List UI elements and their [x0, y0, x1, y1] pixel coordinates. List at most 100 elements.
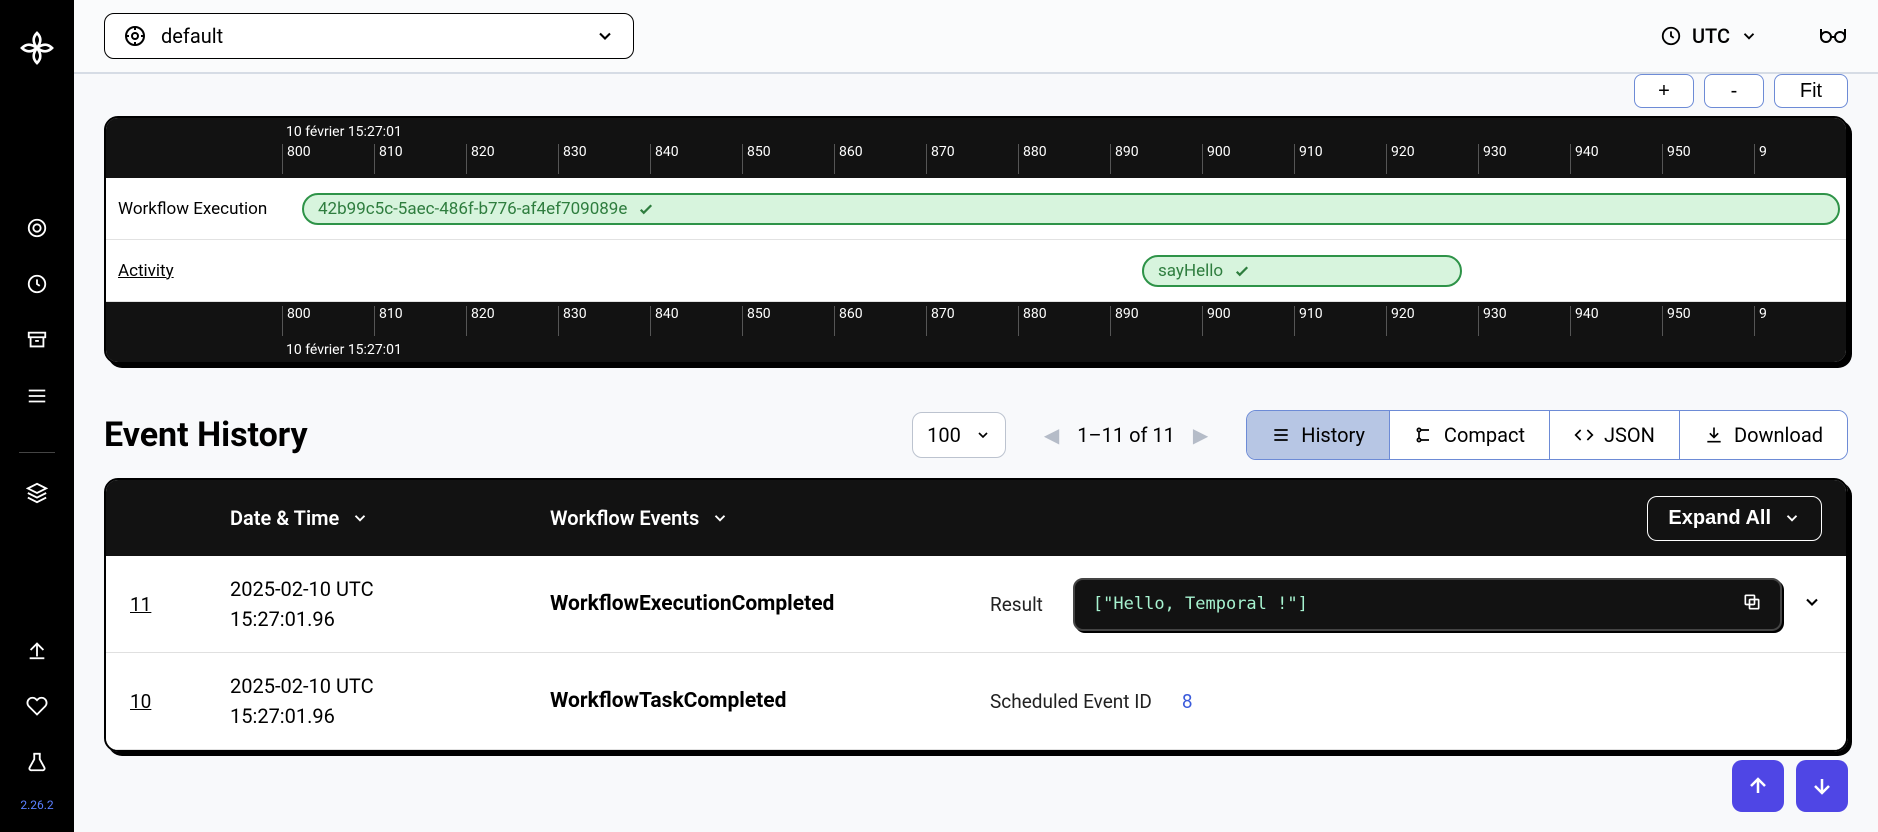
event-meta-label: Result [990, 593, 1043, 616]
timeline-tick: 940 [1570, 306, 1662, 336]
timeline-tick: 810 [374, 144, 466, 174]
tab-json[interactable]: JSON [1550, 411, 1680, 459]
tab-download[interactable]: Download [1680, 411, 1847, 459]
timeline-tick: 900 [1202, 306, 1294, 336]
chevron-down-icon [711, 509, 729, 527]
zoom-controls: + - Fit [104, 74, 1848, 108]
chevron-down-icon [1783, 509, 1801, 527]
nav-labs-icon[interactable] [17, 742, 57, 782]
scroll-up-button[interactable] [1732, 760, 1784, 812]
timeline-panel: 10 février 15:27:01 80081082083084085086… [104, 116, 1848, 364]
timeline-tick: 840 [650, 306, 742, 336]
chevron-down-icon [1740, 27, 1758, 45]
timeline-tick: 800 [282, 306, 374, 336]
event-result-text: ["Hello, Temporal !"] [1093, 594, 1308, 614]
event-row: 10 2025-02-10 UTC 15:27:01.96 WorkflowTa… [106, 653, 1846, 750]
timeline-tick: 9 [1754, 306, 1846, 336]
timeline-date-top: 10 février 15:27:01 [282, 118, 1846, 144]
event-name: WorkflowTaskCompleted [550, 689, 990, 713]
nav-feedback-icon[interactable] [17, 686, 57, 726]
activity-name: sayHello [1158, 261, 1223, 281]
timeline-ticks-top: 8008108208308408508608708808909009109209… [282, 144, 1846, 174]
tab-compact[interactable]: Compact [1390, 411, 1550, 459]
timeline-tick: 900 [1202, 144, 1294, 174]
event-id-link[interactable]: 10 [130, 690, 230, 713]
event-name: WorkflowExecutionCompleted [550, 592, 990, 616]
activity-pill[interactable]: sayHello [1142, 255, 1462, 287]
scroll-down-button[interactable] [1796, 760, 1848, 812]
sidebar: 2.26.2 [0, 0, 74, 832]
timeline-tick: 920 [1386, 144, 1478, 174]
nav-namespaces-icon[interactable] [17, 376, 57, 416]
timeline-tick: 950 [1662, 306, 1754, 336]
timeline-tick: 820 [466, 306, 558, 336]
timeline-tick: 850 [742, 144, 834, 174]
timeline-tick: 880 [1018, 306, 1110, 336]
zoom-out-button[interactable]: - [1704, 74, 1764, 108]
zoom-fit-button[interactable]: Fit [1774, 74, 1848, 108]
timeline-tick: 920 [1386, 306, 1478, 336]
timeline-tick: 910 [1294, 306, 1386, 336]
download-icon [1704, 425, 1724, 445]
zoom-in-button[interactable]: + [1634, 74, 1694, 108]
namespace-dropdown[interactable]: default [104, 13, 634, 59]
timeline-tick: 830 [558, 144, 650, 174]
timeline-tick: 860 [834, 144, 926, 174]
event-history-title: Event History [104, 415, 308, 455]
tree-icon [1414, 425, 1434, 445]
workflow-execution-pill[interactable]: 42b99c5c-5aec-486f-b776-af4ef709089e [302, 193, 1840, 225]
row-expand-chevron[interactable] [1802, 592, 1822, 616]
timeline-tick: 810 [374, 306, 466, 336]
check-icon [637, 200, 655, 218]
timeline-tick: 870 [926, 306, 1018, 336]
timeline-tick: 830 [558, 306, 650, 336]
chevron-down-icon [351, 509, 369, 527]
event-table-header: Date & Time Workflow Events Expand All [106, 480, 1846, 556]
timeline-row-activity-label[interactable]: Activity [106, 261, 282, 281]
nav-workflows-icon[interactable] [17, 208, 57, 248]
event-id-link[interactable]: 11 [130, 593, 230, 616]
temporal-logo-icon [17, 28, 57, 68]
timeline-date-bottom: 10 février 15:27:01 [282, 336, 1846, 362]
timeline-tick: 880 [1018, 144, 1110, 174]
event-timestamp: 2025-02-10 UTC 15:27:01.96 [230, 574, 550, 634]
sidebar-divider [19, 452, 55, 453]
nav-schedules-icon[interactable] [17, 264, 57, 304]
timeline-ticks-bottom: 8008108208308408508608708808909009109209… [282, 306, 1846, 336]
col-event-header[interactable]: Workflow Events [550, 506, 1647, 530]
timeline-tick: 870 [926, 144, 1018, 174]
timeline-tick: 890 [1110, 144, 1202, 174]
code-icon [1574, 425, 1594, 445]
event-result-box: ["Hello, Temporal !"] [1073, 578, 1782, 631]
timeline-tick: 910 [1294, 144, 1386, 174]
timeline-tick: 950 [1662, 144, 1754, 174]
timeline-tick: 890 [1110, 306, 1202, 336]
nav-upload-icon[interactable] [17, 630, 57, 670]
timeline-tick: 840 [650, 144, 742, 174]
expand-all-button[interactable]: Expand All [1647, 496, 1822, 541]
tab-history[interactable]: History [1247, 411, 1390, 459]
timeline-tick: 930 [1478, 144, 1570, 174]
timeline-tick: 800 [282, 144, 374, 174]
view-mode-button[interactable] [1818, 23, 1848, 49]
copy-button[interactable] [1742, 592, 1762, 617]
page-prev-button[interactable]: ◀ [1044, 423, 1059, 447]
timezone-dropdown[interactable]: UTC [1660, 24, 1758, 48]
page-next-button[interactable]: ▶ [1193, 423, 1208, 447]
chevron-down-icon [975, 427, 991, 443]
nav-import-icon[interactable] [17, 473, 57, 513]
clock-icon [1660, 25, 1682, 47]
timeline-tick: 860 [834, 306, 926, 336]
nav-archive-icon[interactable] [17, 320, 57, 360]
list-icon [1271, 425, 1291, 445]
page-size-select[interactable]: 100 [912, 412, 1006, 458]
col-date-header[interactable]: Date & Time [230, 506, 550, 530]
event-table: Date & Time Workflow Events Expand All [104, 478, 1848, 752]
workflow-execution-id: 42b99c5c-5aec-486f-b776-af4ef709089e [318, 199, 627, 219]
view-tabs: History Compact JSON [1246, 410, 1848, 460]
pagination: ◀ 1–11 of 11 ▶ [1044, 423, 1208, 447]
timeline-tick: 930 [1478, 306, 1570, 336]
timeline-tick: 850 [742, 306, 834, 336]
page-range-text: 1–11 of 11 [1077, 423, 1175, 447]
timeline-row-workflow-label: Workflow Execution [106, 199, 282, 219]
